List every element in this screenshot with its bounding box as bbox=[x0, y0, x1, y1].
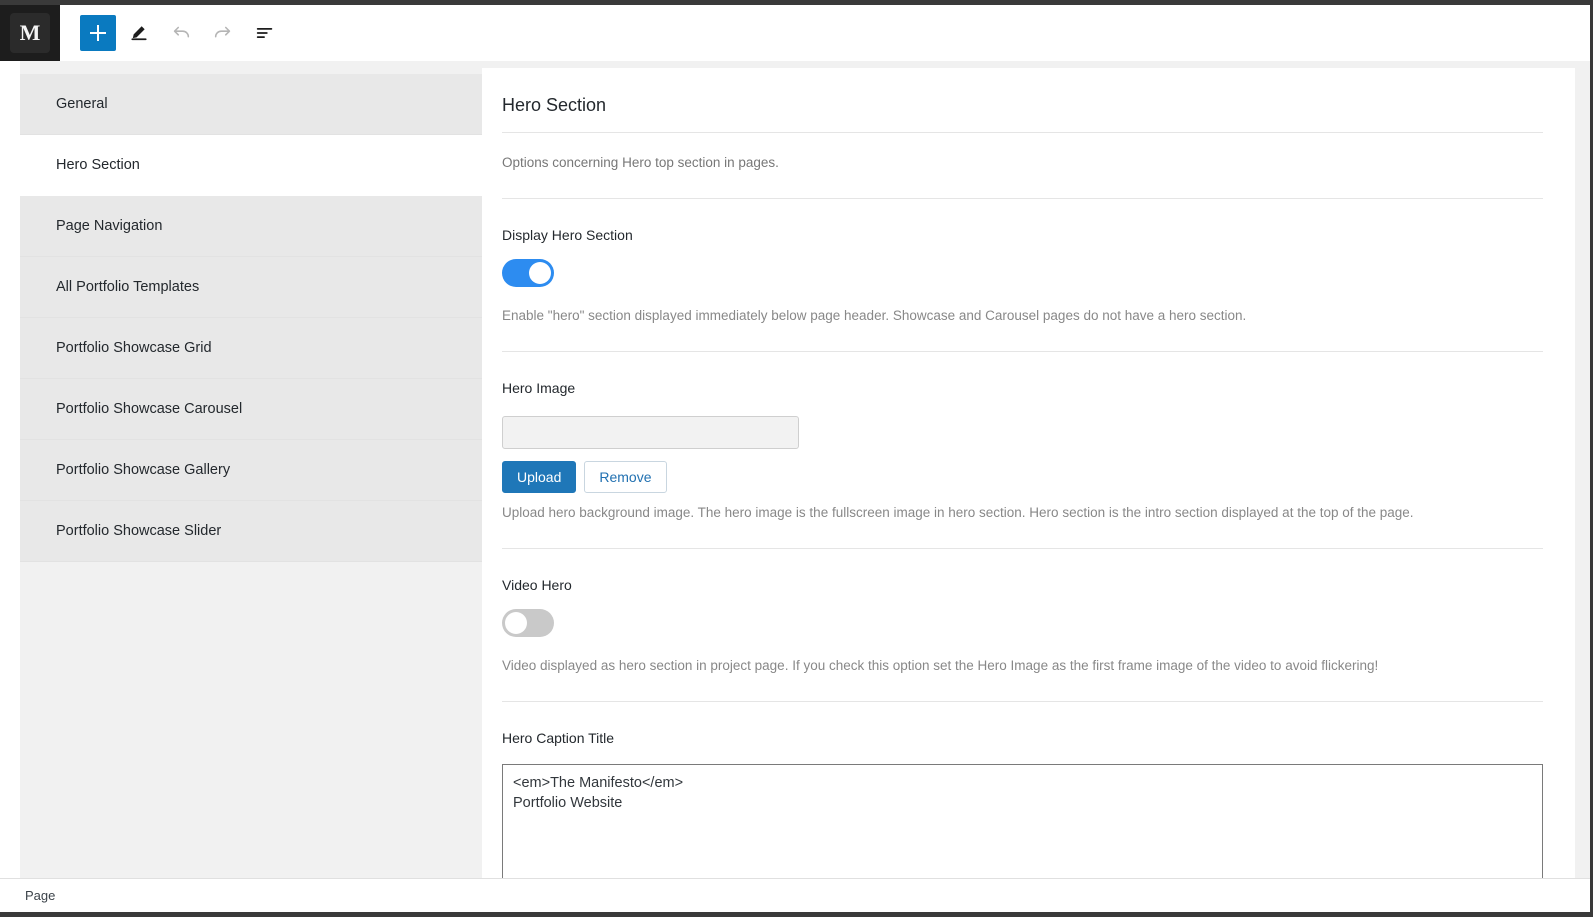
field-label: Hero Image bbox=[502, 380, 576, 396]
logo-letter: M bbox=[10, 13, 50, 53]
redo-button[interactable] bbox=[204, 14, 242, 52]
field-label: Video Hero bbox=[502, 577, 572, 593]
sidebar-item-portfolio-showcase-slider[interactable]: Portfolio Showcase Slider bbox=[20, 501, 482, 562]
sidebar-item-hero-section[interactable]: Hero Section bbox=[20, 135, 482, 196]
field-help-text: Video displayed as hero section in proje… bbox=[502, 658, 1379, 673]
undo-button[interactable] bbox=[162, 14, 200, 52]
editor-toolbar: M bbox=[0, 5, 1593, 61]
field-hero-caption-title: Hero Caption Title <em>The Manifesto</em… bbox=[502, 702, 1555, 878]
hero-image-buttons: Upload Remove bbox=[502, 461, 1555, 493]
field-hero-image: Hero Image Upload Remove Upload hero bac… bbox=[502, 352, 1555, 520]
add-block-button[interactable] bbox=[80, 15, 116, 51]
field-display-hero-section: Display Hero Section Enable "hero" secti… bbox=[502, 199, 1555, 323]
field-video-hero: Video Hero Video displayed as hero secti… bbox=[502, 549, 1555, 673]
sidebar-item-portfolio-showcase-gallery[interactable]: Portfolio Showcase Gallery bbox=[20, 440, 482, 501]
upload-button[interactable]: Upload bbox=[502, 461, 577, 493]
list-details-icon bbox=[256, 28, 273, 38]
sidebar-item-all-portfolio-templates[interactable]: All Portfolio Templates bbox=[20, 257, 482, 318]
display-hero-section-toggle[interactable] bbox=[502, 259, 554, 287]
settings-nav-sidebar: General Hero Section Page Navigation All… bbox=[20, 74, 482, 562]
toggle-knob bbox=[505, 612, 527, 634]
hero-image-input[interactable] bbox=[502, 416, 799, 449]
toolbar-buttons bbox=[60, 5, 288, 61]
sidebar-item-label: Page Navigation bbox=[56, 218, 163, 234]
field-label: Hero Caption Title bbox=[502, 730, 615, 746]
pencil-icon bbox=[131, 26, 147, 41]
undo-arrow-icon bbox=[173, 26, 190, 38]
sidebar-item-label: Portfolio Showcase Gallery bbox=[56, 462, 231, 478]
details-button[interactable] bbox=[246, 14, 284, 52]
field-help-text: Upload hero background image. The hero i… bbox=[502, 505, 1414, 520]
field-help-text: Enable "hero" section displayed immediat… bbox=[502, 308, 1247, 323]
site-logo[interactable]: M bbox=[0, 5, 60, 61]
app-window: M General Hero Section Page Navigation A… bbox=[0, 0, 1593, 917]
sidebar-item-label: Portfolio Showcase Slider bbox=[56, 523, 222, 539]
sidebar-item-label: Portfolio Showcase Grid bbox=[56, 340, 212, 356]
sidebar-item-label: Hero Section bbox=[56, 157, 140, 173]
status-bar-text: Page bbox=[25, 888, 56, 903]
sidebar-item-label: General bbox=[56, 96, 108, 112]
status-bar: Page bbox=[0, 878, 1593, 912]
page-title: Hero Section bbox=[502, 95, 607, 115]
toggle-knob bbox=[529, 262, 551, 284]
remove-button[interactable]: Remove bbox=[584, 461, 667, 493]
edit-pencil-button[interactable] bbox=[120, 14, 158, 52]
sidebar-item-label: Portfolio Showcase Carousel bbox=[56, 401, 243, 417]
sidebar-item-portfolio-showcase-carousel[interactable]: Portfolio Showcase Carousel bbox=[20, 379, 482, 440]
redo-arrow-icon bbox=[214, 26, 231, 38]
sidebar-item-portfolio-showcase-grid[interactable]: Portfolio Showcase Grid bbox=[20, 318, 482, 379]
window-bottom-border bbox=[0, 912, 1593, 917]
hero-caption-title-textarea[interactable]: <em>The Manifesto</em> Portfolio Website bbox=[502, 764, 1543, 878]
panel-description: Options concerning Hero top section in p… bbox=[502, 155, 779, 170]
video-hero-toggle[interactable] bbox=[502, 609, 554, 637]
sidebar-item-general[interactable]: General bbox=[20, 74, 482, 135]
settings-panel: Hero Section Options concerning Hero top… bbox=[482, 68, 1575, 878]
plus-icon bbox=[90, 25, 106, 41]
field-label: Display Hero Section bbox=[502, 227, 633, 243]
sidebar-item-page-navigation[interactable]: Page Navigation bbox=[20, 196, 482, 257]
sidebar-item-label: All Portfolio Templates bbox=[56, 279, 200, 295]
